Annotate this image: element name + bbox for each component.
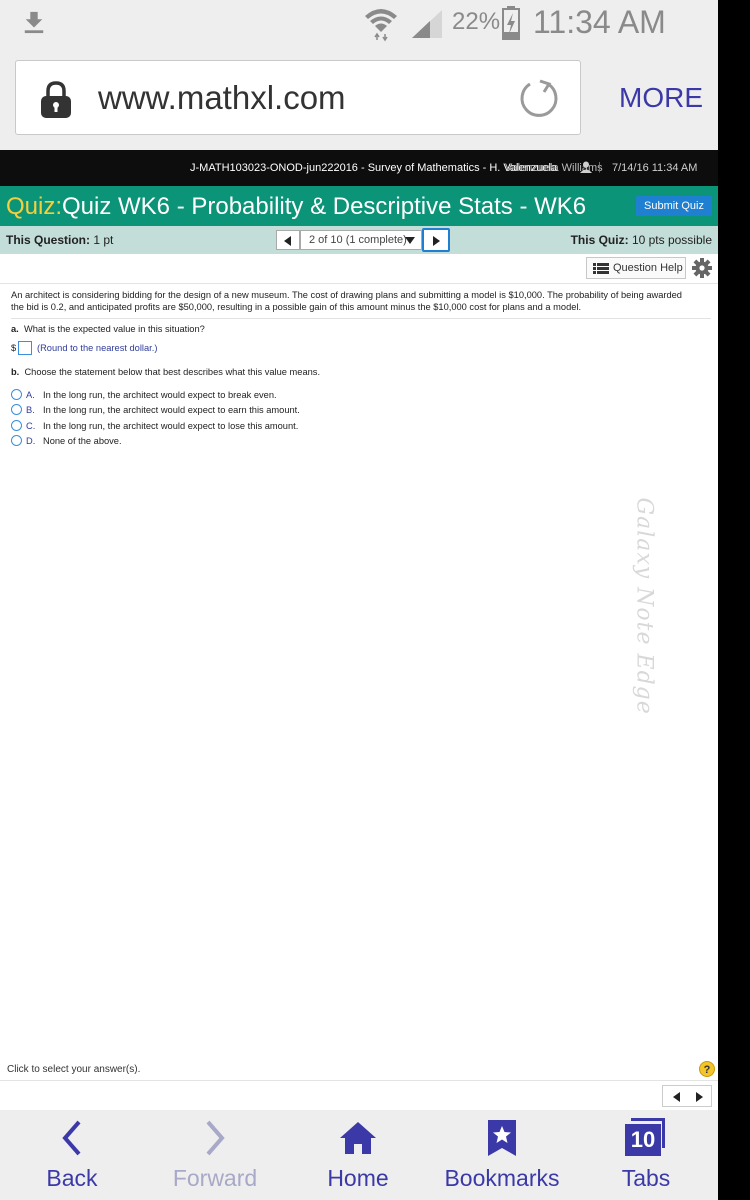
address-bar[interactable]: www.mathxl.com: [15, 60, 581, 135]
question-stem: An architect is considering bidding for …: [11, 290, 711, 313]
submit-quiz-button[interactable]: Submit Quiz: [636, 196, 712, 216]
radio-button[interactable]: [11, 404, 22, 415]
question-select[interactable]: 2 of 10 (1 complete): [300, 230, 422, 250]
device-brand-text: Galaxy Note Edge: [631, 497, 657, 715]
more-menu-button[interactable]: MORE: [619, 82, 703, 114]
currency-symbol: $: [11, 343, 17, 353]
this-question-points: This Question: 1 pt: [6, 233, 113, 247]
gear-icon[interactable]: [692, 258, 712, 278]
status-bar: 22% 11:34 AM: [0, 0, 718, 48]
help-row: Question Help: [0, 254, 718, 284]
lock-icon: [41, 81, 71, 118]
option-text: In the long run, the architect would exp…: [43, 405, 300, 415]
radio-button[interactable]: [11, 435, 22, 446]
part-b-label: b.: [11, 367, 20, 377]
scroll-right-button[interactable]: [696, 1092, 703, 1102]
part-a-label: a.: [11, 324, 19, 334]
quiz-label: Quiz:: [6, 193, 63, 220]
this-quiz-points: This Quiz: 10 pts possible: [571, 233, 712, 247]
back-button[interactable]: Back: [12, 1110, 132, 1200]
reload-icon[interactable]: [518, 77, 560, 119]
question-select-value: 2 of 10 (1 complete): [309, 234, 407, 246]
phone-screen: 22% 11:34 AM www.mathxl.com MORE J-MATH1…: [0, 0, 718, 1200]
battery-percent: 22%: [452, 8, 501, 35]
separator: |: [598, 161, 601, 173]
back-label: Back: [46, 1165, 98, 1191]
home-label: Home: [327, 1165, 389, 1191]
this-question-label: This Question:: [6, 233, 90, 247]
datetime: 7/14/16 11:34 AM: [612, 162, 698, 174]
this-quiz-label: This Quiz:: [570, 233, 629, 247]
bookmarks-label: Bookmarks: [444, 1165, 560, 1191]
forward-icon: [206, 1120, 225, 1156]
option-text: None of the above.: [43, 436, 122, 446]
forward-label: Forward: [172, 1165, 258, 1191]
tabs-icon: 10: [625, 1118, 667, 1158]
radio-button[interactable]: [11, 389, 22, 400]
tabs-button[interactable]: 10 Tabs: [586, 1110, 706, 1200]
signal-icon: [412, 10, 442, 38]
download-icon: [24, 11, 44, 34]
browser-toolbar: www.mathxl.com MORE: [0, 48, 718, 150]
tabs-count: 10: [625, 1124, 661, 1156]
scroll-arrows: [662, 1085, 712, 1107]
option-text: In the long run, the architect would exp…: [43, 421, 299, 431]
question-help-button[interactable]: Question Help: [586, 257, 686, 279]
rounding-note: (Round to the nearest dollar.): [37, 343, 158, 353]
click-hint: Click to select your answer(s).: [7, 1064, 141, 1075]
option-letter: C.: [26, 421, 36, 431]
home-button[interactable]: Home: [298, 1110, 418, 1200]
part-b-text: Choose the statement below that best des…: [24, 367, 321, 377]
option-letter: A.: [26, 390, 35, 400]
wifi-icon: [365, 9, 397, 42]
forward-button[interactable]: Forward: [155, 1110, 275, 1200]
expected-value-input[interactable]: [18, 341, 32, 355]
course-title[interactable]: J-MATH103023-ONOD-jun222016 - Survey of …: [190, 162, 557, 174]
part-a-prompt: a. What is the expected value in this si…: [11, 324, 205, 334]
question-help-label: Question Help: [613, 262, 683, 274]
tabs-label: Tabs: [621, 1165, 671, 1191]
next-question-button[interactable]: [422, 228, 450, 252]
this-question-value: 1 pt: [93, 233, 114, 247]
dropdown-arrow-icon: [405, 237, 415, 244]
previous-question-button[interactable]: [276, 230, 300, 250]
home-icon: [340, 1122, 376, 1154]
device-edge: Galaxy Note Edge: [632, 0, 750, 1200]
bookmarks-button[interactable]: Bookmarks: [442, 1110, 562, 1200]
back-icon: [62, 1120, 81, 1156]
course-bar: J-MATH103023-ONOD-jun222016 - Survey of …: [0, 150, 718, 186]
clock: 11:34 AM: [533, 4, 666, 40]
radio-button[interactable]: [11, 420, 22, 431]
list-icon: [593, 263, 609, 274]
option-letter: B.: [26, 405, 35, 415]
this-quiz-value: 10 pts possible: [631, 233, 712, 247]
scroll-left-button[interactable]: [673, 1092, 680, 1102]
option-letter: D.: [26, 436, 36, 446]
help-icon[interactable]: ?: [699, 1061, 715, 1077]
divider: [0, 1080, 718, 1081]
question-info-bar: This Question: 1 pt 2 of 10 (1 complete)…: [0, 226, 718, 254]
part-b-prompt: b. Choose the statement below that best …: [11, 367, 320, 377]
question-text: An architect is considering bidding for …: [11, 290, 682, 312]
divider: [11, 318, 711, 319]
option-text: In the long run, the architect would exp…: [43, 390, 277, 400]
browser-nav-bar: Back Forward Home Bookmarks 10 Tabs: [0, 1110, 718, 1200]
battery-charging-icon: [502, 6, 520, 40]
part-a-text: What is the expected value in this situa…: [23, 324, 205, 334]
user-icon[interactable]: [580, 161, 592, 173]
url-text: www.mathxl.com: [98, 79, 346, 116]
quiz-title: Quiz WK6 - Probability & Descriptive Sta…: [62, 193, 587, 220]
quiz-header: Quiz: Quiz WK6 - Probability & Descripti…: [0, 186, 718, 226]
bookmark-icon: [488, 1120, 516, 1156]
